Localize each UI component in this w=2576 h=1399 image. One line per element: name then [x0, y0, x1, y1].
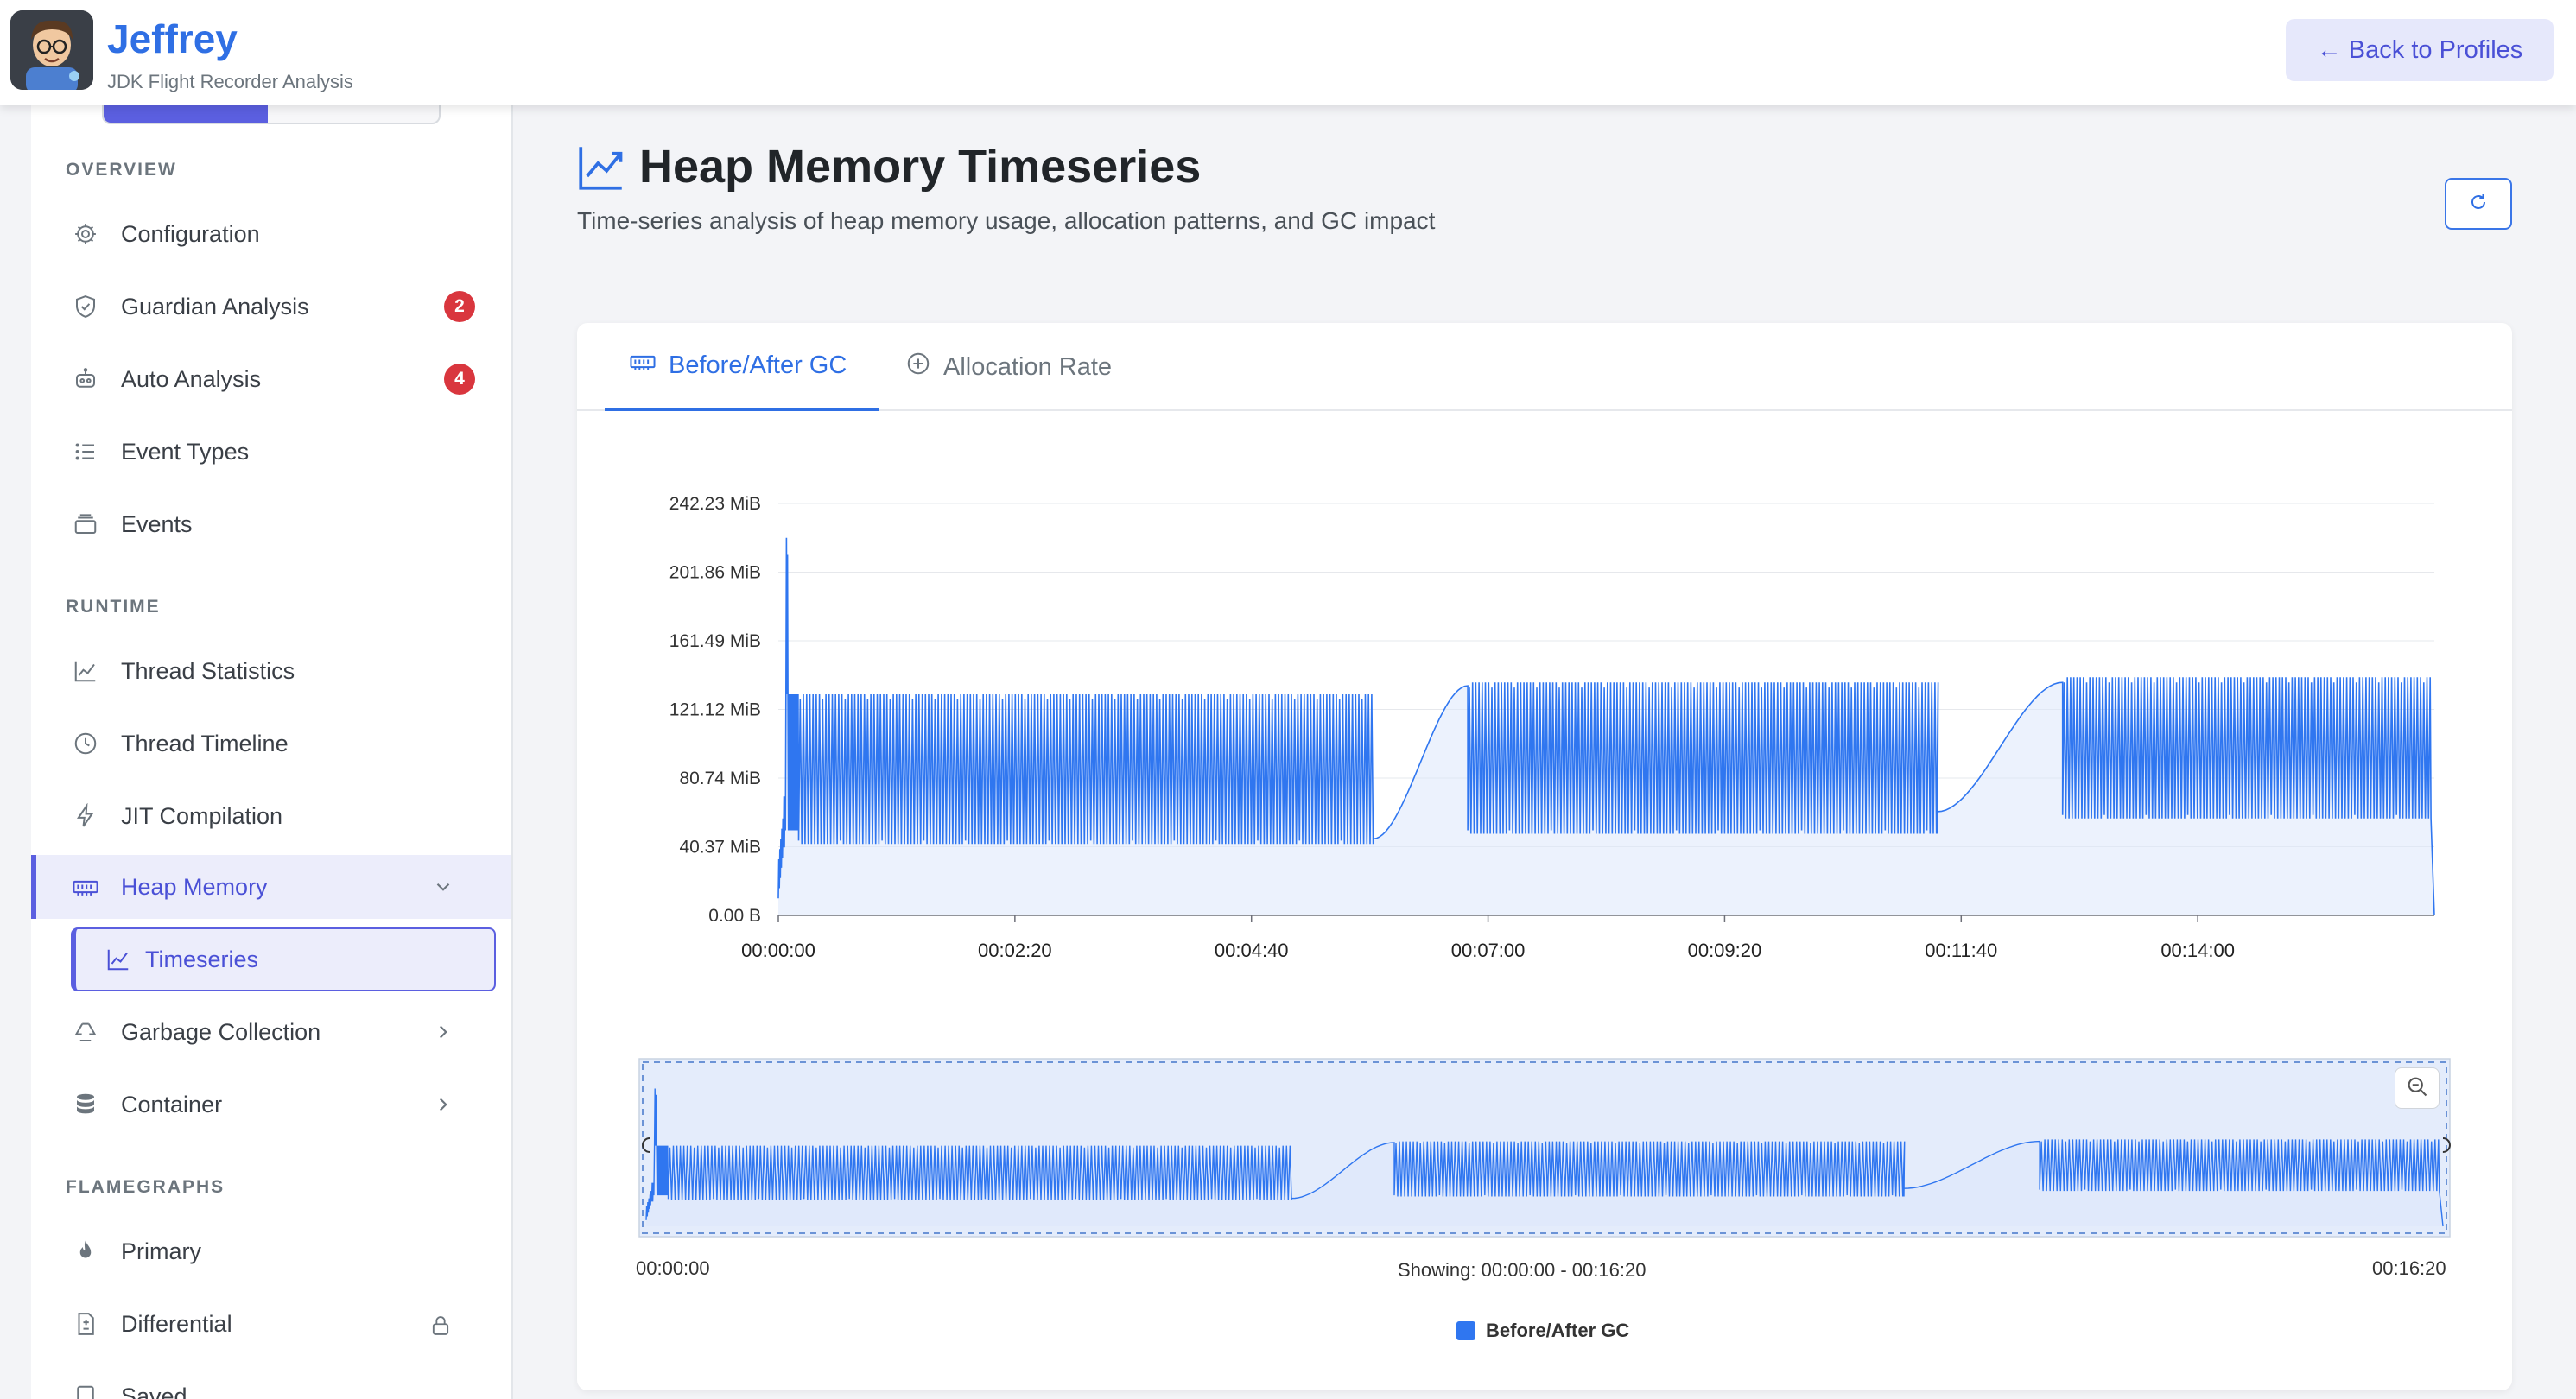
sidebar-item-label: Configuration: [121, 220, 260, 247]
sidebar-item-thread-statistics[interactable]: Thread Statistics: [31, 639, 511, 703]
diff-icon: [71, 1309, 100, 1339]
navigator-end-label: 00:16:20: [2372, 1257, 2446, 1279]
sidebar-item-label: Events: [121, 510, 193, 537]
sidebar-item-label: JIT Compilation: [121, 802, 283, 829]
app-subtitle: JDK Flight Recorder Analysis: [107, 71, 353, 92]
memory-icon: [71, 872, 100, 902]
zoom-button[interactable]: [2395, 1067, 2440, 1109]
chevron-right-icon: [432, 1093, 454, 1116]
stack-icon: [71, 510, 100, 539]
chart-legend[interactable]: Before/After GC: [1456, 1320, 1629, 1342]
sidebar-item-guardian-analysis[interactable]: Guardian Analysis 2: [31, 275, 511, 339]
section-title-flamegraphs: FLAMEGRAPHS: [66, 1177, 225, 1197]
chevron-down-icon: [432, 876, 454, 898]
chart-tabs: Before/After GC Allocation Rate: [577, 323, 2512, 411]
tab-label: Before/After GC: [669, 351, 847, 379]
sidebar-item-auto-analysis[interactable]: Auto Analysis 4: [31, 347, 511, 411]
fire-icon: [71, 1237, 100, 1266]
recycle-icon: [71, 1017, 100, 1047]
legend-swatch: [1456, 1321, 1475, 1340]
sidebar-item-saved[interactable]: Saved: [31, 1364, 511, 1399]
refresh-icon: [2468, 192, 2489, 217]
lightning-icon: [71, 801, 100, 831]
bookmark-icon: [71, 1382, 100, 1399]
sidebar-item-container[interactable]: Container: [31, 1073, 511, 1136]
sidebar-item-label: Auto Analysis: [121, 365, 262, 392]
refresh-button[interactable]: [2445, 178, 2512, 230]
sidebar-item-jit-compilation[interactable]: JIT Compilation: [31, 784, 511, 848]
chevron-right-icon: [432, 1021, 454, 1043]
mode-toggle-jdk[interactable]: JDK: [104, 105, 268, 123]
sidebar-item-thread-timeline[interactable]: Thread Timeline: [31, 712, 511, 775]
sidebar-item-event-types[interactable]: Event Types: [31, 420, 511, 484]
page-subtitle: Time-series analysis of heap memory usag…: [577, 207, 1436, 234]
sidebar-item-label: Container: [121, 1091, 223, 1117]
graph-up-icon: [575, 142, 627, 193]
sidebar-item-configuration[interactable]: Configuration: [31, 202, 511, 266]
gear-icon: [71, 219, 100, 249]
sidebar: JDK Custom OVERVIEW Configuration Guardi…: [31, 105, 513, 1399]
sidebar-item-label: Differential: [121, 1310, 232, 1337]
section-title-overview: OVERVIEW: [66, 160, 177, 180]
app-header: Jeffrey JDK Flight Recorder Analysis ← B…: [0, 0, 2576, 105]
zoom-out-icon: [2405, 1074, 2429, 1103]
memory-icon: [629, 349, 657, 382]
sidebar-item-label: Primary: [121, 1238, 201, 1264]
sidebar-item-label: Heap Memory: [121, 873, 268, 900]
mode-toggle-custom[interactable]: Custom: [268, 105, 439, 123]
navigator-start-label: 00:00:00: [636, 1257, 710, 1279]
sidebar-item-label: Saved: [121, 1383, 187, 1399]
sidebar-item-events[interactable]: Events: [31, 492, 511, 556]
sidebar-item-label: Event Types: [121, 438, 250, 465]
graph-up-icon: [105, 946, 131, 972]
section-title-runtime: RUNTIME: [66, 597, 161, 617]
list-icon: [71, 437, 100, 466]
timeseries-card: Before/After GC Allocation Rate: [577, 323, 2512, 1390]
page-title: Heap Memory Timeseries: [639, 141, 1202, 193]
legend-label: Before/After GC: [1486, 1320, 1630, 1341]
sidebar-item-garbage-collection[interactable]: Garbage Collection: [31, 1000, 511, 1064]
mode-toggle[interactable]: JDK Custom: [102, 105, 441, 124]
database-icon: [71, 1090, 100, 1119]
sidebar-item-primary[interactable]: Primary: [31, 1219, 511, 1283]
lock-icon: [428, 1313, 451, 1335]
navigator-range-label: Showing: 00:00:00 - 00:16:20: [1398, 1259, 1646, 1281]
plus-circle-icon: [905, 351, 931, 383]
sidebar-item-timeseries[interactable]: Timeseries: [71, 927, 496, 991]
back-to-profiles-button[interactable]: ← Back to Profiles: [2286, 19, 2554, 81]
sidebar-item-label: Guardian Analysis: [121, 293, 309, 320]
tab-allocation-rate[interactable]: Allocation Rate: [905, 323, 1164, 411]
tab-before-after-gc[interactable]: Before/After GC: [605, 323, 879, 411]
robot-icon: [71, 364, 100, 394]
sidebar-item-label: Timeseries: [145, 946, 259, 972]
app-title: Jeffrey: [107, 16, 238, 61]
count-badge: 2: [444, 291, 475, 322]
sidebar-item-differential[interactable]: Differential: [31, 1292, 511, 1356]
clock-icon: [71, 729, 100, 758]
sidebar-item-heap-memory[interactable]: Heap Memory: [31, 855, 511, 919]
tab-label: Allocation Rate: [943, 352, 1113, 381]
sidebar-item-label: Thread Timeline: [121, 730, 289, 756]
avatar: [10, 10, 93, 90]
sidebar-item-label: Garbage Collection: [121, 1018, 321, 1045]
count-badge: 4: [444, 364, 475, 395]
line-chart-icon: [71, 656, 100, 686]
sidebar-item-label: Thread Statistics: [121, 657, 295, 684]
shield-icon: [71, 292, 100, 321]
